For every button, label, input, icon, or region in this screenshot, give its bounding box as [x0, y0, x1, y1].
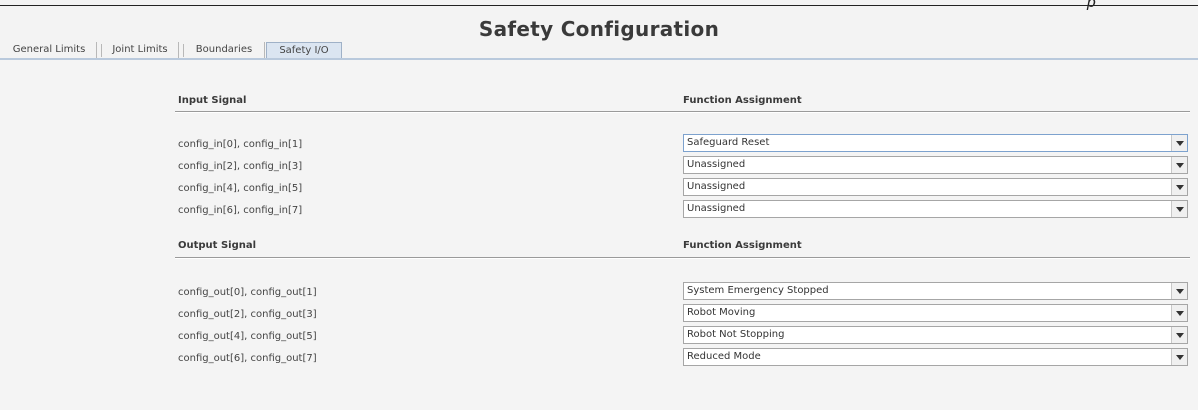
- tab-general-limits[interactable]: General Limits: [2, 42, 97, 58]
- output-signal-label: config_out[2], config_out[3]: [178, 309, 317, 320]
- tab-joint-limits[interactable]: Joint Limits: [101, 42, 179, 58]
- select-value: Reduced Mode: [687, 351, 761, 362]
- input-function-select[interactable]: Unassigned: [683, 178, 1188, 196]
- top-rule: [0, 5, 1198, 6]
- input-signal-label: config_in[6], config_in[7]: [178, 205, 303, 216]
- input-signal-heading: Input Signal: [178, 95, 247, 106]
- input-signal-label: config_in[4], config_in[5]: [178, 183, 303, 194]
- page-title: Safety Configuration: [478, 17, 720, 41]
- output-function-select[interactable]: Robot Moving: [683, 304, 1188, 322]
- output-signal-heading: Output Signal: [178, 240, 257, 251]
- chevron-down-icon[interactable]: [1171, 283, 1187, 299]
- input-signal-label: config_in[0], config_in[1]: [178, 139, 303, 150]
- chevron-down-icon[interactable]: [1171, 157, 1187, 173]
- select-value: Robot Not Stopping: [687, 329, 785, 340]
- output-function-select[interactable]: Robot Not Stopping: [683, 326, 1188, 344]
- chevron-down-icon[interactable]: [1171, 327, 1187, 343]
- chevron-down-icon[interactable]: [1171, 179, 1187, 195]
- output-signal-label: config_out[4], config_out[5]: [178, 331, 317, 342]
- chevron-down-icon[interactable]: [1171, 305, 1187, 321]
- input-function-heading: Function Assignment: [683, 95, 802, 106]
- output-function-select[interactable]: Reduced Mode: [683, 348, 1188, 366]
- tab-safety-io[interactable]: Safety I/O: [266, 42, 342, 58]
- select-value: Unassigned: [687, 181, 746, 192]
- output-function-select[interactable]: System Emergency Stopped: [683, 282, 1188, 300]
- input-function-select[interactable]: Unassigned: [683, 200, 1188, 218]
- input-function-select[interactable]: Safeguard Reset: [683, 134, 1188, 152]
- tab-boundaries[interactable]: Boundaries: [183, 42, 265, 58]
- page-mark: p: [1086, 0, 1096, 11]
- select-value: Unassigned: [687, 159, 746, 170]
- input-signal-label: config_in[2], config_in[3]: [178, 161, 303, 172]
- input-function-select[interactable]: Unassigned: [683, 156, 1188, 174]
- input-divider: [175, 111, 1190, 113]
- chevron-down-icon[interactable]: [1171, 135, 1187, 151]
- output-signal-label: config_out[0], config_out[1]: [178, 287, 317, 298]
- tab-bar: General Limits Joint Limits Boundaries S…: [0, 42, 1198, 59]
- chevron-down-icon[interactable]: [1171, 349, 1187, 365]
- select-value: Unassigned: [687, 203, 746, 214]
- select-value: System Emergency Stopped: [687, 285, 829, 296]
- select-value: Robot Moving: [687, 307, 756, 318]
- output-signal-label: config_out[6], config_out[7]: [178, 353, 317, 364]
- output-divider: [175, 257, 1190, 259]
- select-value: Safeguard Reset: [687, 137, 770, 148]
- chevron-down-icon[interactable]: [1171, 201, 1187, 217]
- output-function-heading: Function Assignment: [683, 240, 802, 251]
